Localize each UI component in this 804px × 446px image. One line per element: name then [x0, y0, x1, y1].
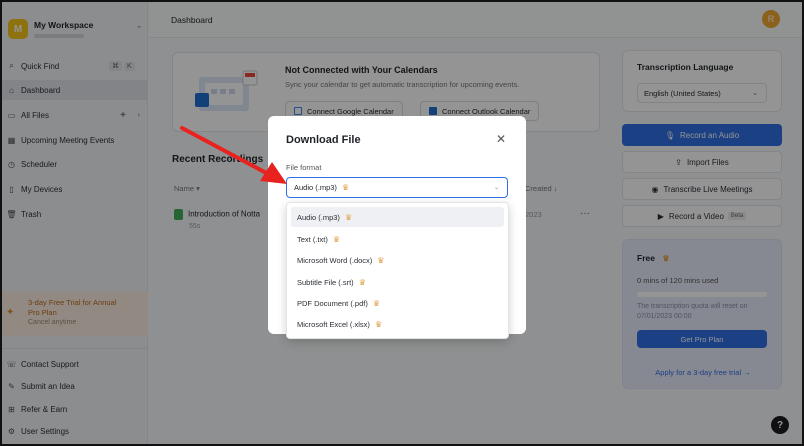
file-format-select[interactable]: Audio (.mp3) ♛ ⌄	[286, 177, 508, 198]
crown-icon: ♛	[344, 212, 353, 222]
option-label: PDF Document (.pdf)	[297, 298, 368, 308]
option-label: Microsoft Excel (.xlsx)	[297, 319, 370, 329]
format-option-txt[interactable]: Text (.txt) ♛	[291, 229, 504, 249]
crown-icon: ♛	[374, 319, 383, 329]
selected-format: Audio (.mp3)	[294, 183, 337, 192]
crown-icon: ♛	[341, 183, 350, 192]
dialog-title: Download File	[286, 134, 361, 146]
option-label: Text (.txt)	[297, 234, 328, 244]
option-label: Microsoft Word (.docx)	[297, 255, 373, 265]
crown-icon: ♛	[377, 255, 385, 265]
chevron-down-icon: ⌄	[493, 185, 499, 191]
format-option-xlsx[interactable]: Microsoft Excel (.xlsx) ♛	[291, 314, 504, 334]
file-format-label: File format	[286, 163, 322, 172]
crown-icon: ♛	[372, 298, 381, 308]
crown-icon: ♛	[358, 277, 366, 287]
close-icon[interactable]: ✕	[496, 132, 506, 146]
format-option-srt[interactable]: Subtitle File (.srt) ♛	[291, 272, 504, 292]
format-option-docx[interactable]: Microsoft Word (.docx) ♛	[291, 250, 504, 270]
option-label: Subtitle File (.srt)	[297, 277, 354, 287]
option-label: Audio (.mp3)	[297, 212, 340, 222]
format-option-pdf[interactable]: PDF Document (.pdf) ♛	[291, 293, 504, 313]
file-format-dropdown: Audio (.mp3) ♛ Text (.txt) ♛ Microsoft Wor…	[286, 202, 509, 339]
app-window: M My Workspace ⌃ ⌕ Quick Find ⌘ K ⌂ Dash…	[2, 2, 802, 444]
crown-icon: ♛	[332, 234, 341, 244]
format-option-mp3[interactable]: Audio (.mp3) ♛	[291, 207, 504, 227]
